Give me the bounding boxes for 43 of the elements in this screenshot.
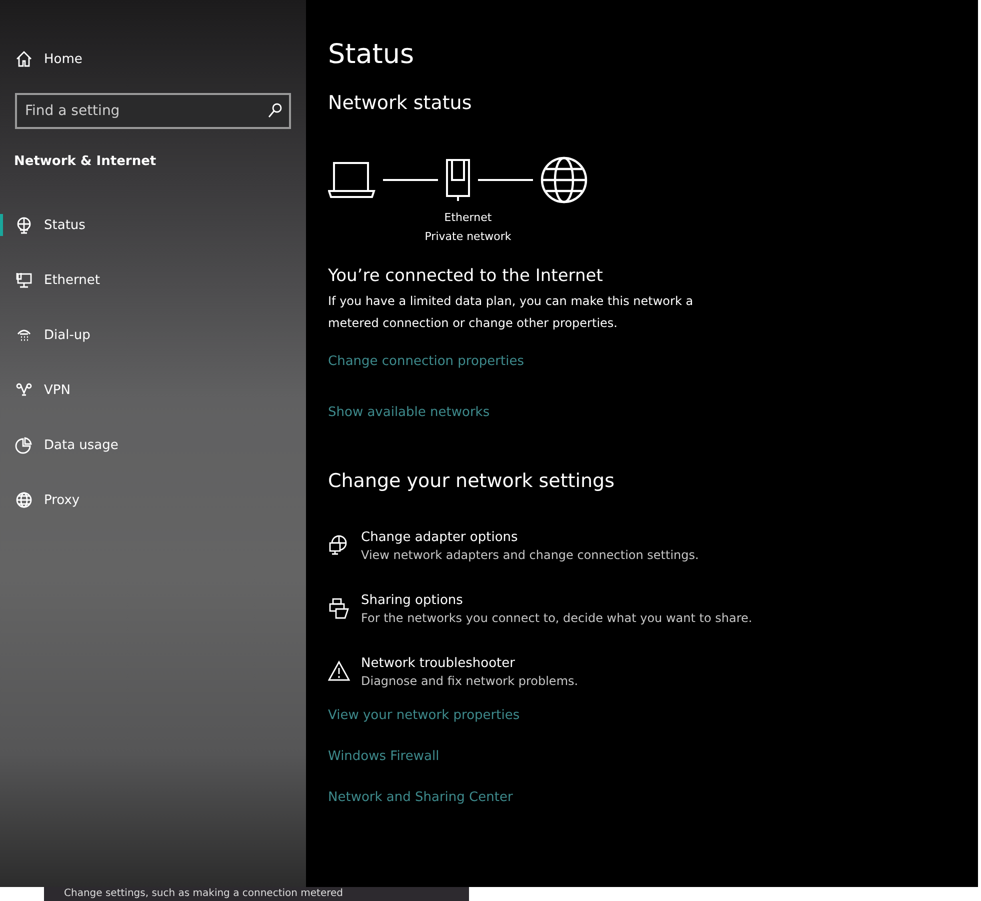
adapter-name: Ethernet bbox=[443, 210, 493, 226]
home-item[interactable]: Home bbox=[0, 48, 306, 70]
section-title: Network & Internet bbox=[13, 154, 158, 169]
option-description: View network adapters and change connection settings. bbox=[361, 548, 699, 562]
sidebar-item[interactable]: Status bbox=[0, 214, 306, 236]
globe-icon bbox=[15, 491, 33, 509]
sidebar-item[interactable]: Data usage bbox=[0, 434, 306, 456]
printer-folder-icon bbox=[328, 597, 350, 619]
option-description: Diagnose and fix network problems. bbox=[361, 674, 578, 688]
warning-icon bbox=[328, 660, 350, 682]
settings-option[interactable]: Sharing options For the networks you connect to, decide what you want to share. bbox=[328, 593, 978, 625]
connector-line bbox=[478, 179, 533, 181]
connector-line bbox=[383, 179, 438, 181]
page-title: Status bbox=[328, 38, 416, 72]
link[interactable]: View your network properties bbox=[328, 708, 520, 723]
sidebar-item[interactable]: Dial-up bbox=[0, 324, 306, 346]
link[interactable]: Show available networks bbox=[328, 405, 490, 420]
house-icon bbox=[15, 50, 33, 68]
section-title: Network status bbox=[328, 92, 473, 114]
monitor-icon bbox=[15, 271, 33, 289]
sidebar-item[interactable]: Ethernet bbox=[0, 269, 306, 291]
laptop-icon bbox=[328, 159, 376, 201]
ethernet-port-icon bbox=[445, 158, 471, 202]
section-title: Change your network settings bbox=[328, 470, 616, 492]
connection-heading: You’re connected to the Internet bbox=[328, 266, 604, 286]
sidebar-item[interactable]: Proxy bbox=[0, 489, 306, 511]
network-type: Private network bbox=[424, 229, 512, 245]
link[interactable]: Network and Sharing Center bbox=[328, 790, 513, 805]
link[interactable]: Change connection properties bbox=[328, 354, 524, 369]
home-label: Home bbox=[44, 52, 82, 66]
link[interactable]: Windows Firewall bbox=[328, 749, 440, 764]
settings-option[interactable]: Change adapter options View network adapters and change connection settings. bbox=[328, 530, 978, 562]
option-title: Sharing options bbox=[361, 593, 464, 608]
connection-description: If you have a limited data plan, you can make this network a metered connection or change other properties. bbox=[328, 293, 694, 332]
tooltip: Change settings, such as making a connection metered bbox=[44, 887, 469, 901]
option-title: Network troubleshooter bbox=[361, 656, 516, 671]
globe-icon bbox=[15, 216, 33, 234]
sidebar-item[interactable]: VPN bbox=[0, 379, 306, 401]
settings-option[interactable]: Network troubleshooter Diagnose and fix network problems. bbox=[328, 656, 978, 688]
pie-chart-icon bbox=[15, 436, 33, 454]
option-description: For the networks you connect to, decide what you want to share. bbox=[361, 611, 752, 625]
option-title: Change adapter options bbox=[361, 530, 519, 545]
search-field[interactable]: Find a setting bbox=[15, 93, 291, 129]
